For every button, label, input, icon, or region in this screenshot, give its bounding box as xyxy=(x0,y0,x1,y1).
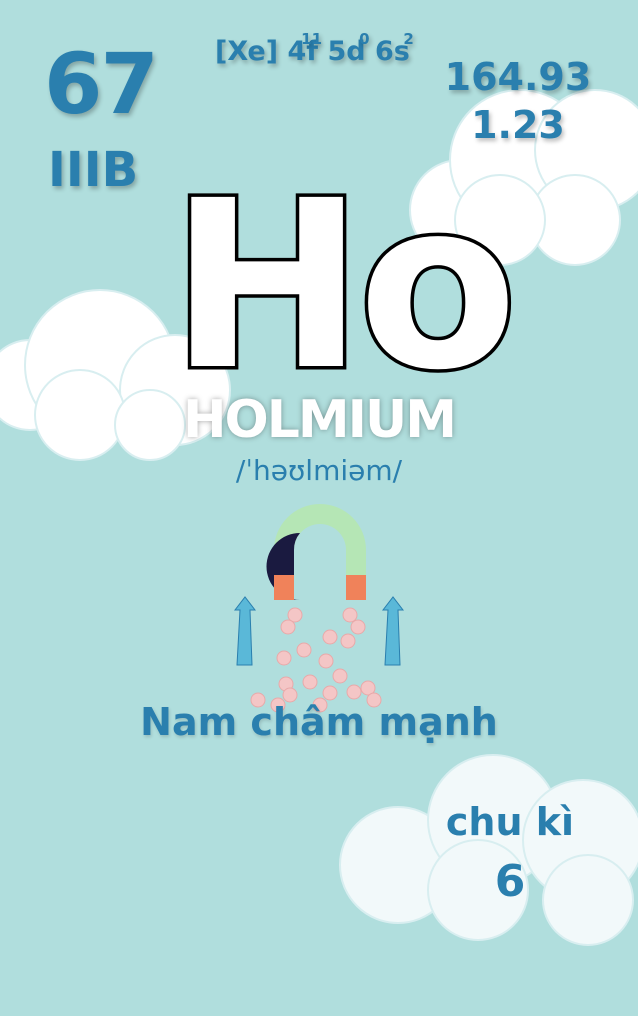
config-orbital-5d: 5d 0 xyxy=(327,30,370,67)
config-prefix: [Xe] xyxy=(215,36,279,67)
atomic-number: 67 xyxy=(44,35,159,133)
property-caption: Nam châm mạnh xyxy=(140,700,498,744)
group-label: IIIB xyxy=(48,142,139,198)
atomic-mass: 164.93 xyxy=(444,55,592,99)
electron-configuration: [Xe] 4f 11 5d 0 6s 2 xyxy=(215,30,414,67)
config-orbital-6s: 6s 2 xyxy=(374,30,414,67)
element-symbol: Ho xyxy=(167,151,522,421)
period-label: chu kì xyxy=(445,800,575,844)
element-name: HOLMIUM xyxy=(183,390,457,450)
period-value: 6 xyxy=(494,856,526,907)
electronegativity: 1.23 xyxy=(471,103,565,147)
cloud-bottom-right xyxy=(339,754,638,946)
magnet-icon xyxy=(233,504,405,713)
config-orbital-4f: 4f 11 xyxy=(287,30,323,67)
pronunciation: /ˈhəʊlmiəm/ xyxy=(235,454,403,487)
